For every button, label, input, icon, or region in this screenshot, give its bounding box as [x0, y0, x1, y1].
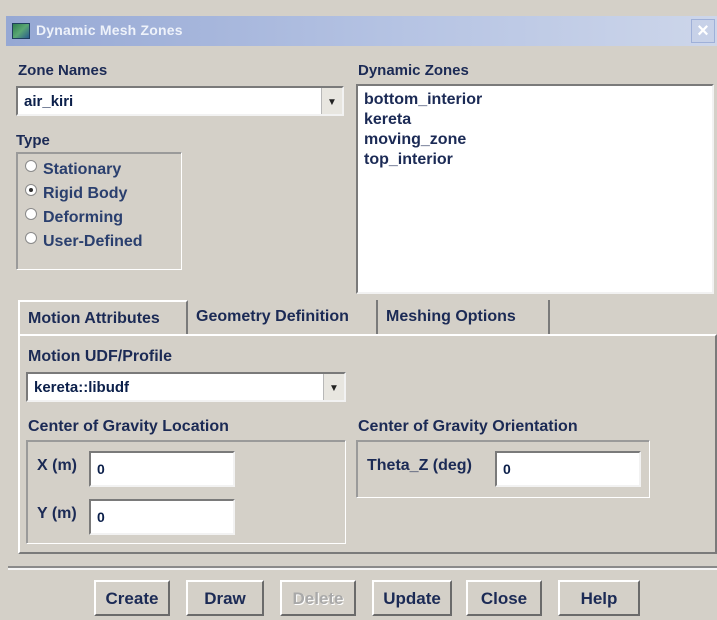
y-value: 0 — [97, 509, 105, 525]
radio-stationary-label: Stationary — [43, 161, 122, 178]
list-item[interactable]: moving_zone — [358, 130, 712, 150]
create-button[interactable]: Create — [94, 580, 170, 616]
cog-location-label: Center of Gravity Location — [28, 418, 229, 435]
zone-names-value: air_kiri — [24, 93, 74, 110]
button-separator — [8, 566, 717, 570]
cog-orientation-group: Theta_Z (deg) 0 — [356, 440, 650, 498]
type-group: Stationary Rigid Body Deforming User-Def… — [16, 152, 182, 270]
draw-button[interactable]: Draw — [186, 580, 264, 616]
motion-udf-select[interactable]: kereta::libudf ▼ — [26, 372, 346, 402]
tab-motion-attributes[interactable]: Motion Attributes — [18, 300, 188, 336]
radio-user-defined-label: User-Defined — [43, 233, 143, 250]
radio-stationary[interactable]: Stationary — [25, 160, 122, 185]
y-label: Y (m) — [37, 505, 77, 522]
y-input[interactable]: 0 — [89, 499, 235, 535]
radio-deforming-label: Deforming — [43, 209, 123, 226]
zone-names-select[interactable]: air_kiri ▼ — [16, 86, 344, 116]
delete-button[interactable]: Delete — [280, 580, 356, 616]
help-button[interactable]: Help — [558, 580, 640, 616]
theta-input[interactable]: 0 — [495, 451, 641, 487]
motion-udf-label: Motion UDF/Profile — [28, 348, 172, 365]
radio-user-defined[interactable]: User-Defined — [25, 232, 143, 257]
theta-value: 0 — [503, 461, 511, 477]
radio-icon — [25, 232, 37, 244]
title-bar: Dynamic Mesh Zones × — [6, 16, 717, 46]
close-button[interactable]: Close — [466, 580, 542, 616]
theta-label: Theta_Z (deg) — [367, 457, 472, 474]
dynamic-zones-label: Dynamic Zones — [358, 62, 469, 79]
window-title: Dynamic Mesh Zones — [36, 22, 183, 38]
radio-icon — [25, 208, 37, 220]
motion-udf-value: kereta::libudf — [34, 379, 130, 396]
app-icon — [12, 23, 30, 39]
chevron-down-icon[interactable]: ▼ — [321, 88, 342, 114]
x-input[interactable]: 0 — [89, 451, 235, 487]
list-item[interactable]: top_interior — [358, 150, 712, 170]
x-label: X (m) — [37, 457, 77, 474]
radio-rigid-body-label: Rigid Body — [43, 185, 128, 202]
cog-orientation-label: Center of Gravity Orientation — [358, 418, 578, 435]
list-item[interactable]: kereta — [358, 110, 712, 130]
type-label: Type — [16, 132, 50, 149]
cog-location-group: X (m) 0 Y (m) 0 — [26, 440, 346, 544]
dynamic-zones-list[interactable]: bottom_interior kereta moving_zone top_i… — [356, 84, 714, 294]
tab-geometry-definition[interactable]: Geometry Definition — [188, 300, 378, 336]
close-icon[interactable]: × — [691, 19, 715, 43]
tab-meshing-options[interactable]: Meshing Options — [378, 300, 550, 336]
update-button[interactable]: Update — [372, 580, 452, 616]
radio-selected-icon — [25, 184, 37, 196]
list-item[interactable]: bottom_interior — [358, 90, 712, 110]
x-value: 0 — [97, 461, 105, 477]
radio-rigid-body[interactable]: Rigid Body — [25, 184, 128, 209]
radio-deforming[interactable]: Deforming — [25, 208, 123, 233]
zone-names-label: Zone Names — [18, 62, 108, 79]
chevron-down-icon[interactable]: ▼ — [323, 374, 344, 400]
radio-icon — [25, 160, 37, 172]
